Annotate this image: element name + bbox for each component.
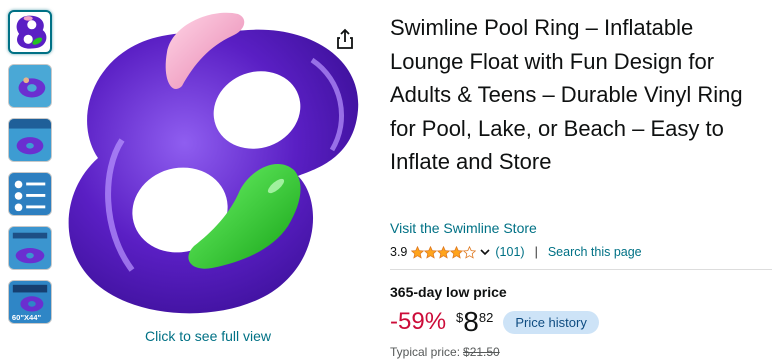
star-rating[interactable] [411,245,477,259]
thumbnail-6[interactable]: 60"X44" [8,280,52,324]
product-title: Swimline Pool Ring – Inflatable Lounge F… [390,15,743,174]
search-page-link[interactable]: Search this page [548,245,642,259]
full-view-link[interactable]: Click to see full view [145,328,271,344]
price: $ 8 82 [456,305,493,339]
price-whole: 8 [463,306,479,337]
discount-percent: -59% [390,308,447,335]
typical-price-label: Typical price: [390,345,461,359]
star-icon [450,245,464,259]
review-count-link[interactable]: (101) [495,245,524,259]
size-label: 60"X44" [12,313,42,322]
rating-row: 3.9 (101) | Search this page [390,245,642,259]
star-icon [437,245,451,259]
price-history-button[interactable]: Price history [503,311,599,334]
store-link[interactable]: Visit the Swimline Store [390,220,537,236]
chevron-down-icon[interactable] [479,246,491,258]
main-product-image[interactable] [62,0,366,326]
price-symbol: $ [456,310,464,325]
thumbnail-strip: 60"X44" [8,10,56,334]
price-fraction: 82 [478,310,494,325]
price-row: -59% $ 8 82 Price history [390,305,599,339]
typical-price: Typical price: $21.50 [390,345,500,359]
thumbnail-5[interactable] [8,226,52,270]
divider [390,269,772,270]
thumbnail-3[interactable] [8,118,52,162]
share-icon[interactable] [334,28,356,50]
thumbnail-1[interactable] [8,10,52,54]
star-icon [424,245,438,259]
separator: | [534,245,538,259]
thumbnail-2[interactable] [8,64,52,108]
typical-price-value: $21.50 [463,345,500,359]
thumbnail-4[interactable] [8,172,52,216]
rating-value: 3.9 [390,245,408,259]
deal-badge-label: 365-day low price [390,284,507,300]
star-icon [411,245,425,259]
star-icon [463,245,477,259]
